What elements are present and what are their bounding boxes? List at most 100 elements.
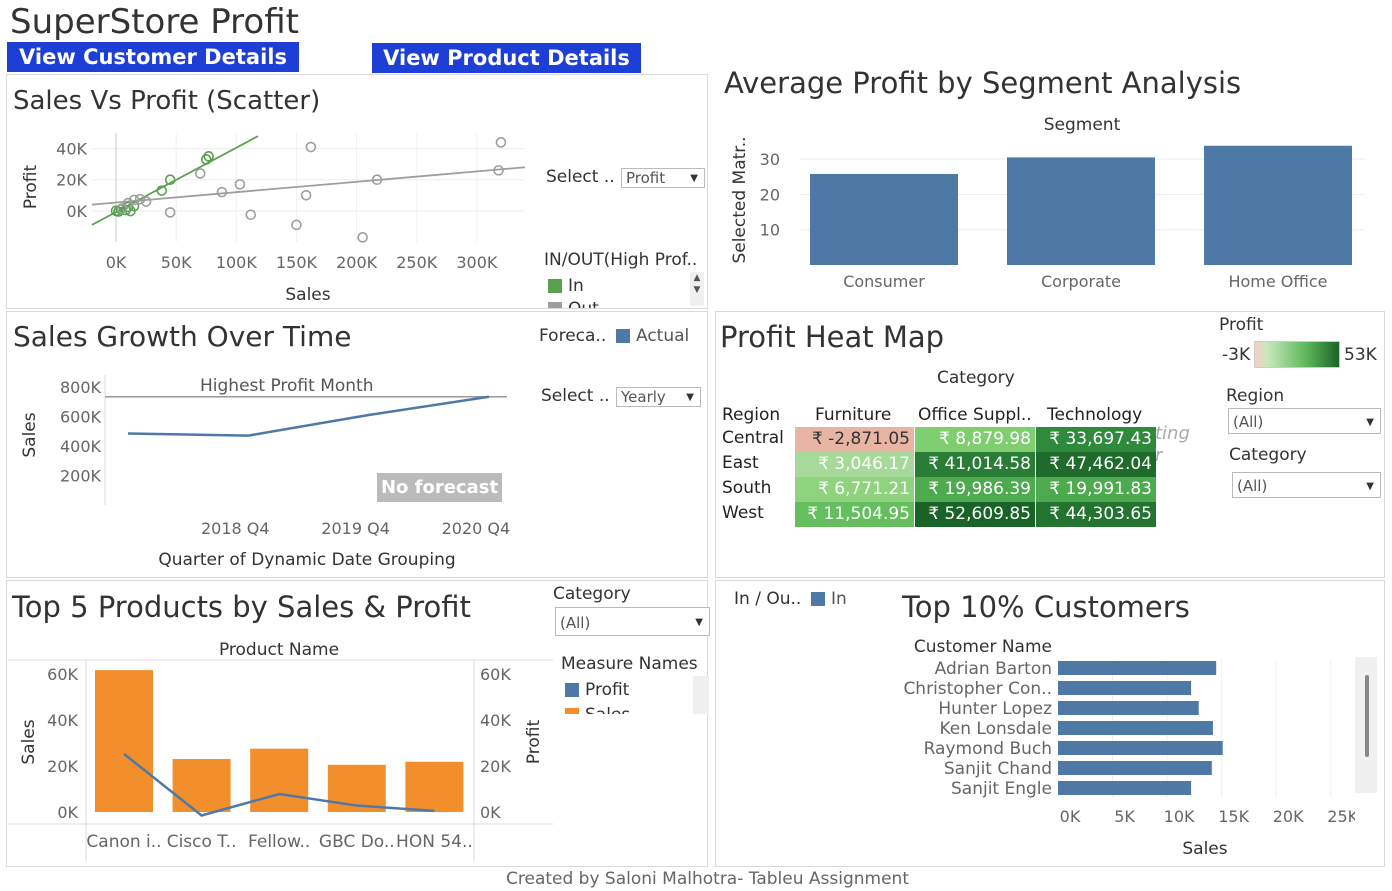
scatter-legend-out[interactable]: Out bbox=[548, 299, 599, 308]
growth-y-tick: 800K bbox=[60, 378, 102, 397]
heatmap-cell[interactable]: ₹ 47,462.04 bbox=[1036, 452, 1156, 477]
heatmap-cell[interactable]: ₹ 19,986.39 bbox=[915, 477, 1035, 502]
heatmap-cell[interactable]: ₹ 3,046.17 bbox=[795, 452, 914, 477]
customers-legend-in[interactable]: In bbox=[811, 589, 847, 609]
scatter-point-out bbox=[305, 141, 317, 153]
measure-legend-sales[interactable]: Sales bbox=[565, 705, 630, 714]
measure-legend-profit[interactable]: Profit bbox=[565, 680, 629, 700]
customers-legend-title: In / Ou.. bbox=[734, 589, 802, 609]
top5-y-tick: 0K bbox=[57, 803, 78, 822]
view-product-details-button[interactable]: View Product Details bbox=[372, 43, 641, 73]
top5-x-tick: Fellow.. bbox=[248, 832, 310, 852]
growth-x-tick: 2020 Q4 bbox=[442, 519, 510, 538]
top5-x-tick: GBC Do.. bbox=[319, 832, 395, 852]
category-filter-dropdown[interactable]: (All) ▼ bbox=[1232, 472, 1381, 498]
segment-y-tick: 10 bbox=[760, 221, 780, 240]
profit-legend-max: 53K bbox=[1344, 345, 1377, 365]
customer-name: Christopher Con.. bbox=[903, 679, 1052, 699]
top5-y2-tick: 60K bbox=[480, 665, 511, 684]
heatmap-row-label: East bbox=[722, 453, 759, 473]
profit-swatch bbox=[565, 683, 579, 697]
customer-x-tick: 25K bbox=[1327, 807, 1355, 826]
top5-x-tick: HON 54.. bbox=[396, 832, 473, 852]
profit-color-ramp bbox=[1254, 341, 1340, 368]
profit-legend-min: -3K bbox=[1222, 345, 1251, 365]
growth-x-label: Quarter of Dynamic Date Grouping bbox=[158, 550, 455, 570]
heatmap-row-label: South bbox=[722, 478, 772, 498]
heatmap-column-header: Category bbox=[937, 368, 1015, 388]
heatmap-cell[interactable]: ₹ 41,014.58 bbox=[915, 452, 1035, 477]
top5-sales-bar bbox=[250, 748, 309, 812]
heatmap-cell[interactable]: ₹ -2,871.05 bbox=[795, 427, 914, 452]
customer-name: Adrian Barton bbox=[935, 659, 1052, 679]
customer-bar bbox=[1058, 761, 1212, 775]
heatmap-row-label: Central bbox=[722, 428, 784, 448]
region-filter-dropdown[interactable]: (All) ▼ bbox=[1228, 408, 1381, 434]
heatmap-col-technology: Technology bbox=[1047, 405, 1143, 425]
view-customer-details-button[interactable]: View Customer Details bbox=[7, 42, 299, 72]
scatter-point-out bbox=[495, 137, 507, 148]
heatmap-row-label: West bbox=[722, 503, 764, 523]
chevron-down-icon: ▼ bbox=[686, 392, 694, 403]
scatter-x-tick: 200K bbox=[336, 253, 378, 272]
measure-legend-scrollbar[interactable] bbox=[693, 676, 709, 714]
in-swatch bbox=[548, 279, 562, 293]
top5-y2-label: Profit bbox=[524, 719, 544, 764]
heatmap-cell[interactable]: ₹ 52,609.85 bbox=[915, 502, 1035, 527]
scatter-point-out bbox=[300, 189, 312, 201]
heatmap-cell[interactable]: ₹ 6,771.21 bbox=[795, 477, 914, 502]
top5-x-tick: Canon i.. bbox=[86, 832, 161, 852]
top5-sales-bar bbox=[405, 761, 464, 812]
growth-title: Sales Growth Over Time bbox=[13, 320, 352, 353]
scatter-legend-in[interactable]: In bbox=[548, 276, 584, 296]
heatmap-row-header: Region bbox=[722, 405, 781, 425]
scatter-y-tick: 20K bbox=[56, 171, 87, 190]
scatter-x-tick: 50K bbox=[161, 253, 192, 272]
customer-bar bbox=[1058, 661, 1217, 675]
out-swatch bbox=[548, 302, 562, 308]
chevron-down-icon: ▼ bbox=[1366, 481, 1374, 492]
top5-y-label: Sales bbox=[19, 719, 39, 764]
customer-x-tick: 20K bbox=[1273, 807, 1304, 826]
segment-x-tick: Home Office bbox=[1228, 272, 1327, 291]
segment-y-tick: 20 bbox=[760, 185, 780, 204]
scatter-x-tick: 150K bbox=[276, 253, 318, 272]
heatmap-cell[interactable]: ₹ 33,697.43 bbox=[1036, 427, 1156, 452]
heatmap-cell[interactable]: ₹ 44,303.65 bbox=[1036, 502, 1156, 527]
chevron-down-icon: ▼ bbox=[1366, 417, 1374, 428]
heatmap-cell[interactable]: ₹ 8,879.98 bbox=[915, 427, 1035, 452]
scatter-y-tick: 0K bbox=[66, 202, 87, 221]
ghost-annotation: ting r bbox=[1155, 423, 1190, 466]
region-filter-value: (All) bbox=[1233, 413, 1264, 431]
customer-x-tick: 10K bbox=[1164, 807, 1195, 826]
date-grouping-dropdown[interactable]: Yearly ▼ bbox=[616, 387, 701, 407]
top5-x-tick: Cisco T.. bbox=[167, 832, 237, 852]
top5-header: Product Name bbox=[219, 640, 339, 660]
scatter-measure-dropdown[interactable]: Profit ▼ bbox=[621, 168, 705, 188]
forecast-legend-actual[interactable]: Actual bbox=[616, 326, 689, 346]
customers-scrollbar[interactable] bbox=[1355, 657, 1377, 793]
actual-swatch bbox=[616, 329, 630, 343]
heatmap-cell[interactable]: ₹ 19,991.83 bbox=[1036, 477, 1156, 502]
top5-category-dropdown[interactable]: (All) ▼ bbox=[555, 607, 710, 636]
top5-chart: Product Name 60K 60K 40K 40K 20K 20K 0K 0K Cano… bbox=[8, 640, 553, 862]
customers-title: Top 10% Customers bbox=[902, 590, 1190, 624]
legend-scrollbar[interactable]: ▲ ▼ bbox=[690, 272, 704, 306]
customers-x-label: Sales bbox=[1182, 839, 1227, 859]
chevron-down-icon: ▼ bbox=[690, 173, 698, 184]
growth-x-tick: 2018 Q4 bbox=[201, 519, 270, 538]
chevron-down-icon: ▼ bbox=[695, 617, 703, 628]
customer-name: Sanjit Chand bbox=[944, 759, 1052, 779]
top5-category-value: (All) bbox=[560, 614, 591, 632]
scatter-point-out bbox=[357, 232, 368, 243]
customer-x-tick: 15K bbox=[1218, 807, 1249, 826]
scrollbar-thumb[interactable] bbox=[1365, 675, 1369, 757]
scatter-chart: 40K 20K 0K 0K 50K 100K 150K 200K 250K 300K Sales… bbox=[21, 133, 526, 305]
sales-line bbox=[127, 395, 490, 437]
heatmap-cell[interactable]: ₹ 11,504.95 bbox=[795, 502, 914, 527]
segment-chart: Segment Selected Matr.. 30 20 10 Consumer C… bbox=[730, 115, 1365, 291]
scatter-point-out bbox=[194, 168, 206, 179]
growth-y-tick: 400K bbox=[60, 437, 102, 456]
scatter-select-label: Select .. bbox=[546, 167, 615, 187]
scatter-y-tick: 40K bbox=[56, 140, 87, 159]
